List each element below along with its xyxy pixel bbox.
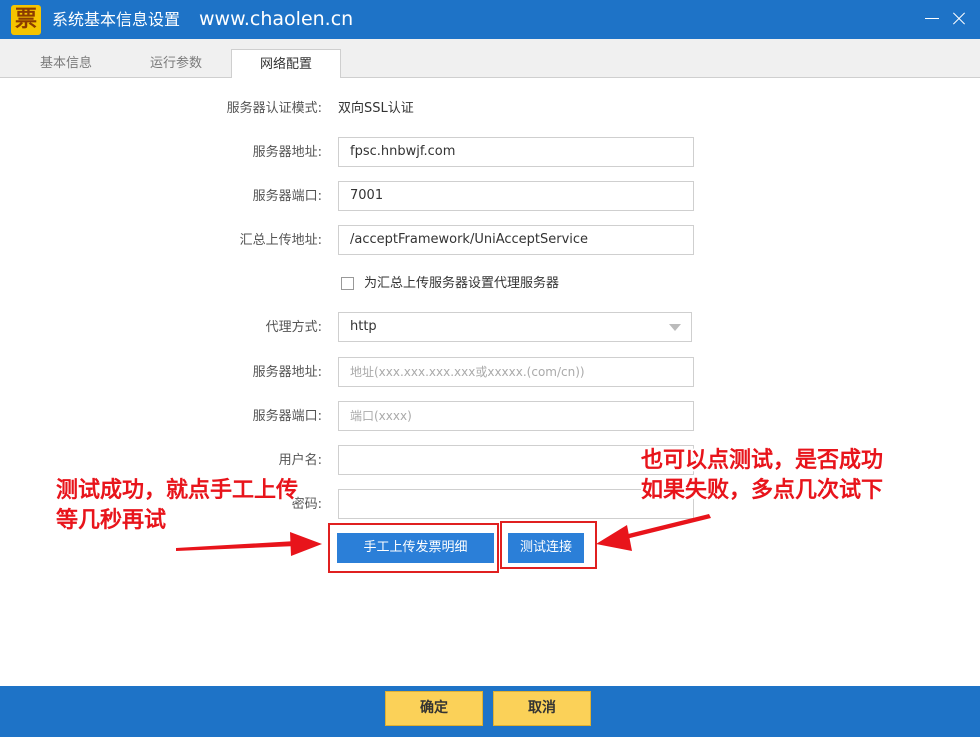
auth-mode-label: 服务器认证模式: [226, 101, 322, 116]
proxy-type-select[interactable]: http [338, 312, 692, 342]
annotation-left-line2: 等几秒再试 [56, 508, 167, 533]
server-address-input[interactable]: fpsc.hnbwjf.com [338, 137, 694, 167]
highlight-box-upload [328, 523, 499, 573]
proxy-port-label: 服务器端口: [252, 409, 322, 424]
server-address-label: 服务器地址: [252, 145, 322, 160]
upload-address-input[interactable]: /acceptFramework/UniAcceptService [338, 225, 694, 255]
footer-bar: 确定 取消 [0, 686, 980, 737]
proxy-port-input[interactable]: 端口(xxxx) [338, 401, 694, 431]
close-icon[interactable] [946, 6, 972, 32]
chevron-down-icon [669, 324, 681, 331]
upload-address-label: 汇总上传地址: [239, 233, 322, 248]
proxy-address-label: 服务器地址: [252, 365, 322, 380]
proxy-checkbox[interactable] [341, 277, 354, 290]
highlight-box-test [500, 521, 597, 569]
annotation-right-line1: 也可以点测试，是否成功 [641, 448, 884, 473]
annotation-left-line1: 测试成功，就点手工上传 [56, 478, 299, 503]
server-port-label: 服务器端口: [252, 189, 322, 204]
ok-button[interactable]: 确定 [385, 691, 483, 726]
proxy-type-value: http [350, 319, 377, 334]
proxy-address-input[interactable]: 地址(xxx.xxx.xxx.xxx或xxxxx.(com/cn)) [338, 357, 694, 387]
server-port-input[interactable]: 7001 [338, 181, 694, 211]
annotation-right: 也可以点测试，是否成功 如果失败，多点几次试下 [641, 446, 883, 506]
auth-mode-value: 双向SSL认证 [338, 101, 414, 116]
window-url: www.chaolen.cn [199, 8, 354, 30]
cancel-button[interactable]: 取消 [493, 691, 591, 726]
proxy-type-label: 代理方式: [265, 320, 322, 335]
tab-run-params[interactable]: 运行参数 [126, 49, 226, 78]
username-label: 用户名: [278, 453, 322, 468]
network-config-panel: 服务器认证模式: 双向SSL认证 服务器地址: fpsc.hnbwjf.com … [0, 78, 980, 686]
proxy-checkbox-label[interactable]: 为汇总上传服务器设置代理服务器 [364, 275, 559, 293]
tab-network-config[interactable]: 网络配置 [231, 49, 341, 79]
window-title: 系统基本信息设置 [52, 10, 181, 29]
app-logo-icon: 票 [11, 5, 41, 35]
annotation-left: 测试成功，就点手工上传 等几秒再试 [56, 476, 298, 536]
annotation-right-line2: 如果失败，多点几次试下 [641, 478, 884, 503]
minimize-icon[interactable] [920, 6, 946, 32]
tab-basic-info[interactable]: 基本信息 [16, 49, 116, 78]
title-bar: 票 系统基本信息设置 www.chaolen.cn [0, 0, 980, 39]
tab-bar: 基本信息 运行参数 网络配置 [0, 39, 980, 79]
